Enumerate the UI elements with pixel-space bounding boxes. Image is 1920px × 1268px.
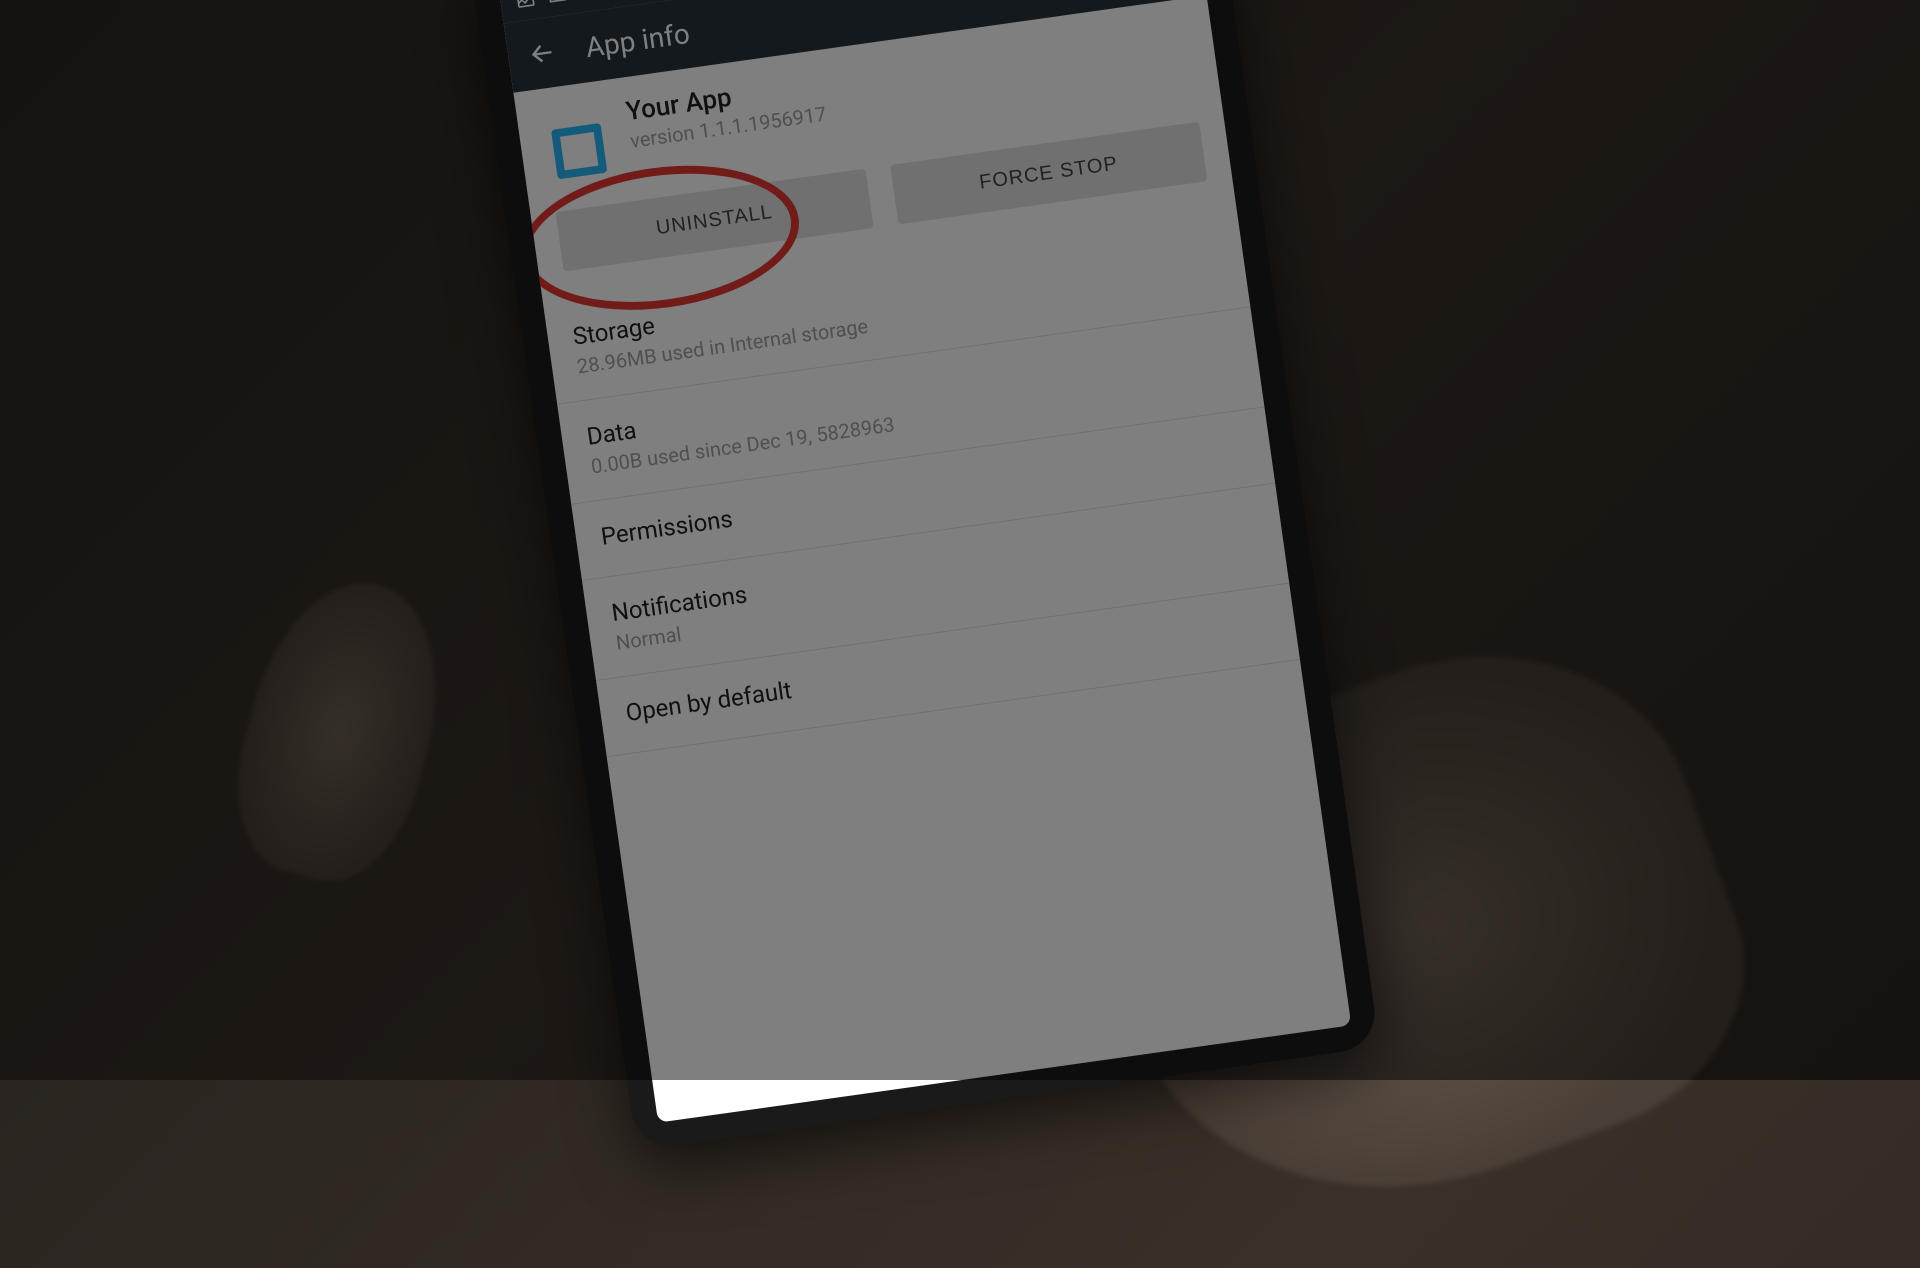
page-title: App info bbox=[583, 16, 691, 63]
phone-screen: App info Your App version 1.1.1.1956917 … bbox=[498, 0, 1351, 1123]
thumb-background bbox=[214, 562, 466, 898]
phone-frame: App info Your App version 1.1.1.1956917 … bbox=[470, 0, 1380, 1151]
gallery-icon bbox=[514, 0, 537, 11]
app-icon bbox=[543, 115, 615, 187]
location-icon bbox=[578, 0, 601, 3]
mail-icon bbox=[546, 0, 569, 7]
back-arrow-icon[interactable] bbox=[526, 38, 558, 70]
